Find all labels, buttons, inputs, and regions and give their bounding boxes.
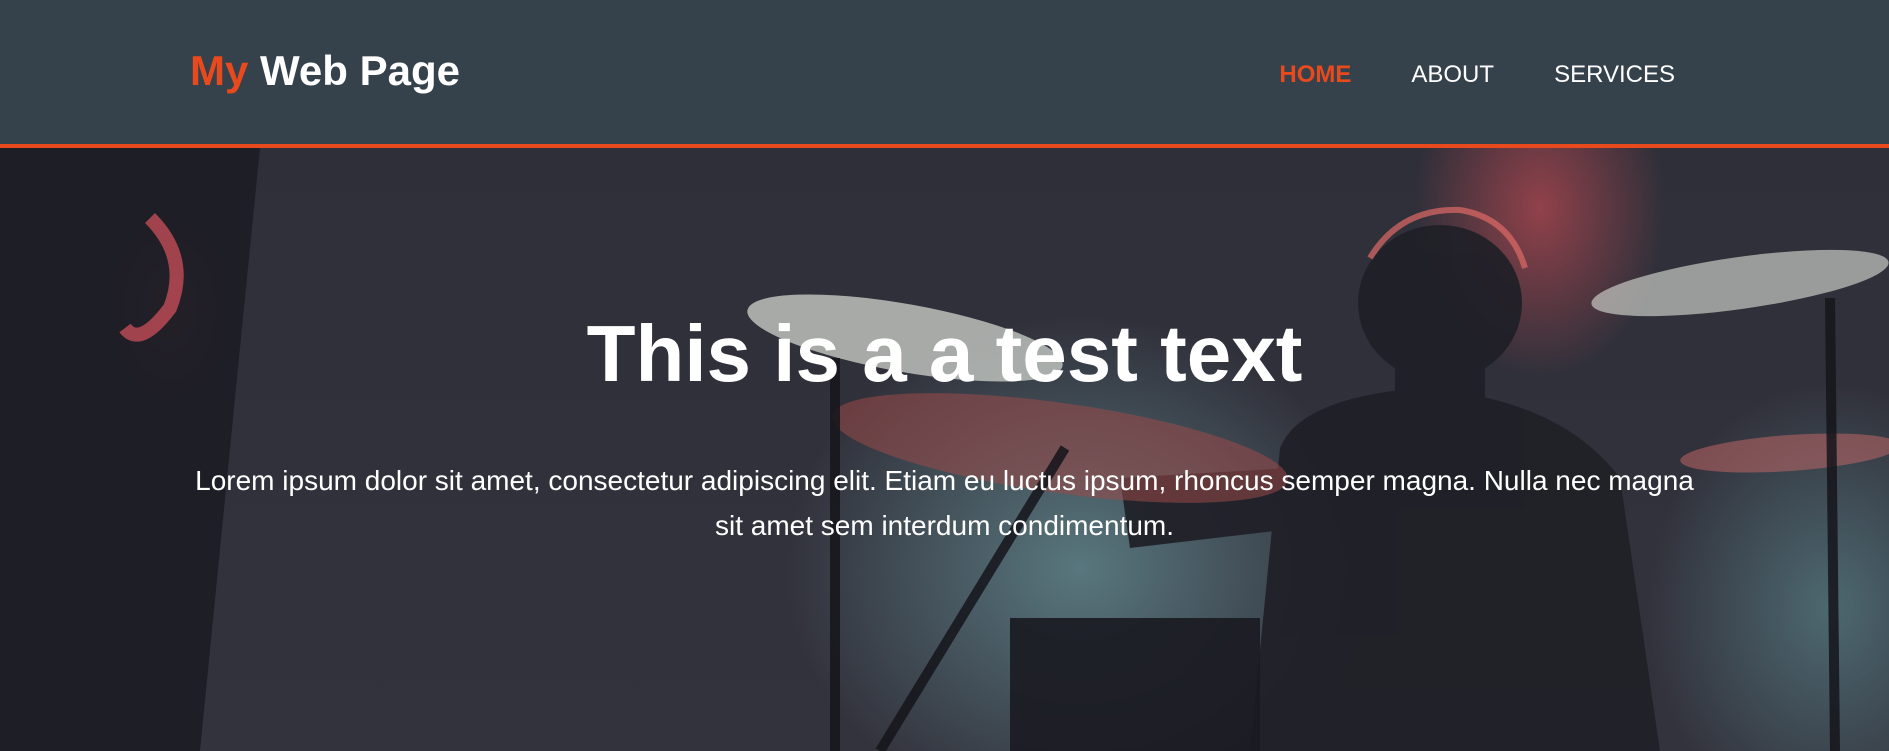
logo-highlight: My: [190, 47, 249, 94]
logo-text: Web Page: [260, 47, 460, 94]
hero-background-image: [0, 148, 1889, 751]
hero-description: Lorem ipsum dolor sit amet, consectetur …: [195, 465, 1694, 541]
hero-section: This is a a test text Lorem ipsum dolor …: [0, 148, 1889, 751]
nav-about-link[interactable]: ABOUT: [1411, 63, 1494, 87]
site-header: My Web Page HOME ABOUT SERVICES: [0, 0, 1889, 148]
hero-title: This is a a test text: [586, 309, 1303, 398]
nav-services-link[interactable]: SERVICES: [1554, 63, 1675, 87]
nav-home-link[interactable]: HOME: [1279, 63, 1351, 87]
site-logo[interactable]: My Web Page: [190, 50, 460, 92]
main-nav: HOME ABOUT SERVICES: [1279, 63, 1675, 87]
page: My Web Page HOME ABOUT SERVICES This is …: [0, 0, 1889, 751]
